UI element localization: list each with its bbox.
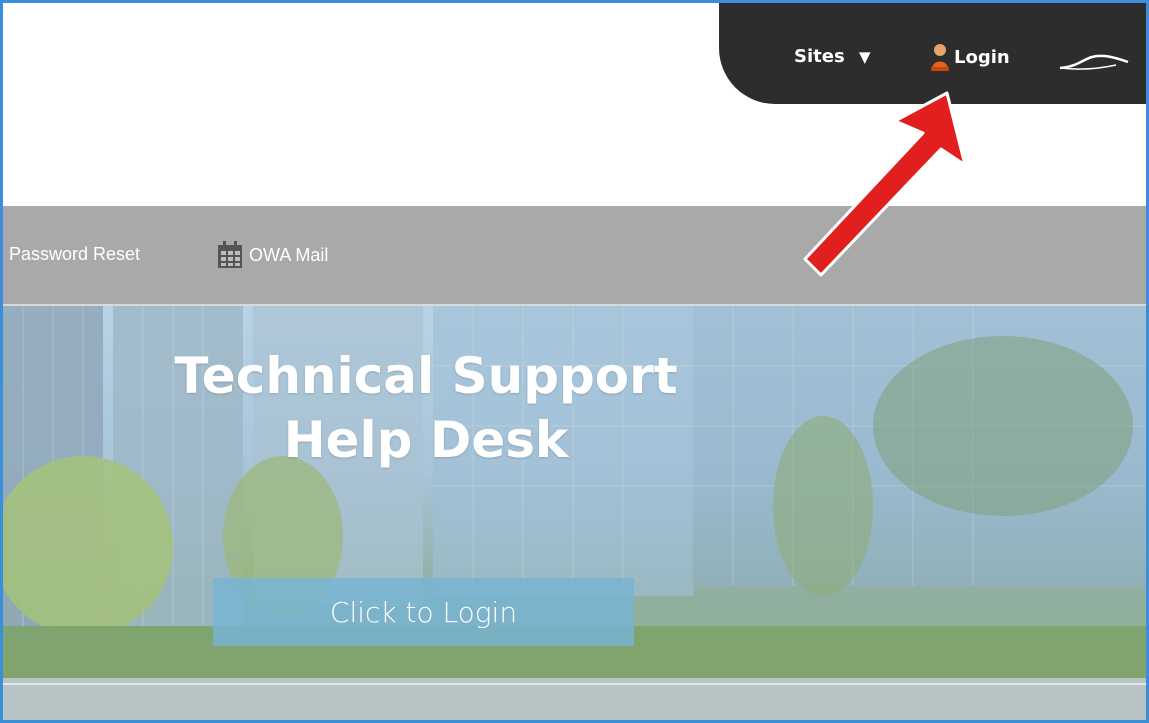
hero-title-line-2: Help Desk bbox=[283, 411, 569, 469]
password-reset-link[interactable]: Password Reset bbox=[9, 244, 140, 265]
sites-label: Sites bbox=[794, 46, 845, 67]
owa-mail-label: OWA Mail bbox=[249, 244, 329, 265]
sites-menu[interactable]: Sites ▼ bbox=[794, 46, 871, 67]
login-label: Login bbox=[954, 46, 1010, 68]
chevron-down-icon: ▼ bbox=[858, 48, 871, 66]
quick-links-bar bbox=[3, 206, 1146, 306]
screenshot-frame: Sites ▼ Login Password Reset OWA Mail Te… bbox=[0, 0, 1149, 723]
logo-swoosh-icon bbox=[1059, 54, 1129, 70]
owa-mail-link[interactable]: OWA Mail bbox=[217, 241, 328, 269]
user-icon bbox=[931, 44, 949, 71]
hero-banner: Technical Support Help Desk Click to Log… bbox=[3, 306, 1146, 720]
click-to-login-button[interactable]: Click to Login bbox=[213, 578, 634, 646]
red-arrow-annotation bbox=[803, 91, 967, 277]
login-link[interactable]: Login bbox=[930, 43, 1010, 71]
hero-title: Technical Support Help Desk bbox=[153, 344, 699, 472]
calendar-icon bbox=[218, 241, 242, 268]
hero-title-line-1: Technical Support bbox=[174, 347, 678, 405]
